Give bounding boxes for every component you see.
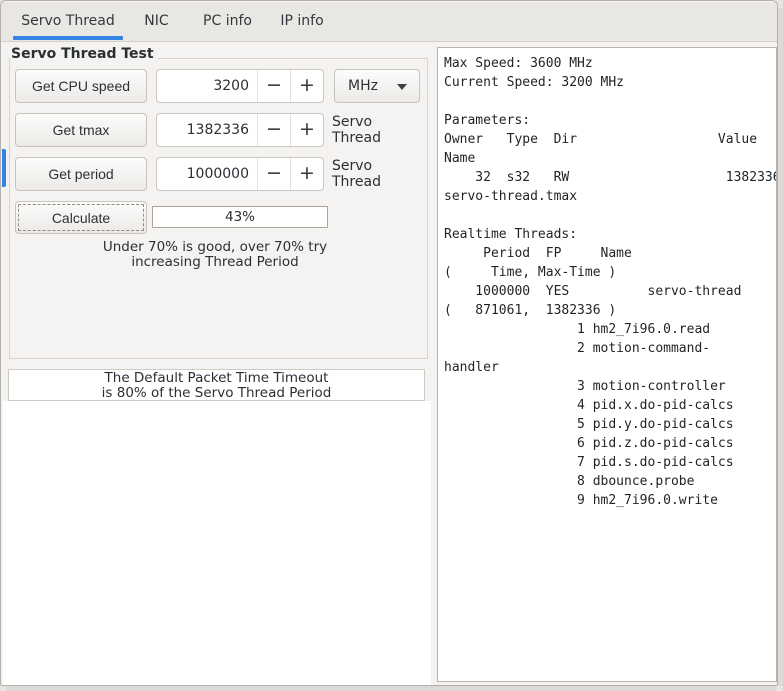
packet-timeout-line-1: The Default Packet Time Timeout — [104, 370, 329, 386]
tab-nic[interactable]: NIC — [129, 1, 184, 41]
chevron-down-icon — [397, 84, 407, 90]
load-hint-line-2: increasing Thread Period — [131, 254, 299, 270]
tab-bar: Servo Thread NIC PC info IP info — [1, 1, 777, 42]
load-hint-text: Under 70% is good, over 70% try increasi… — [9, 240, 421, 270]
tab-servo-thread[interactable]: Servo Thread — [13, 1, 123, 41]
tab-servo-thread-label: Servo Thread — [21, 13, 115, 29]
tmax-thread-label: Servo Thread — [332, 114, 381, 146]
period-thread-label: Servo Thread — [332, 158, 381, 190]
active-tab-indicator — [13, 36, 123, 40]
tab-pc-info[interactable]: PC info — [197, 1, 258, 41]
calculate-button[interactable]: Calculate — [15, 201, 147, 234]
period-increment-button[interactable]: + — [290, 158, 323, 190]
scrollbar-indicator[interactable] — [2, 149, 6, 187]
window-shadow-bottom — [6, 686, 776, 691]
load-hint-line-1: Under 70% is good, over 70% try — [102, 239, 328, 255]
output-text: Max Speed: 3600 MHz Current Speed: 3200 … — [444, 56, 777, 508]
tab-ip-info[interactable]: IP info — [271, 1, 333, 41]
cpu-speed-input[interactable] — [157, 70, 257, 102]
get-period-button[interactable]: Get period — [15, 157, 147, 191]
cpu-speed-decrement-button[interactable]: − — [257, 70, 290, 102]
unit-dropdown[interactable]: MHz — [334, 69, 420, 103]
app-window: Servo Thread NIC PC info IP info Servo T… — [0, 0, 778, 686]
tmax-input[interactable] — [157, 114, 257, 146]
frame-title: Servo Thread Test — [11, 46, 158, 62]
window-shadow-right — [778, 8, 783, 686]
period-decrement-button[interactable]: − — [257, 158, 290, 190]
tab-pc-info-label: PC info — [203, 13, 252, 29]
left-empty-area — [3, 401, 431, 685]
period-spinbox: − + — [156, 157, 324, 191]
tmax-spinbox: − + — [156, 113, 324, 147]
tmax-decrement-button[interactable]: − — [257, 114, 290, 146]
packet-timeout-note: The Default Packet Time Timeout is 80% o… — [8, 369, 425, 401]
cpu-speed-increment-button[interactable]: + — [290, 70, 323, 102]
tmax-increment-button[interactable]: + — [290, 114, 323, 146]
period-input[interactable] — [157, 158, 257, 190]
tab-nic-label: NIC — [144, 13, 169, 29]
load-percentage-display: 43% — [152, 206, 328, 228]
get-tmax-button[interactable]: Get tmax — [15, 113, 147, 147]
get-cpu-speed-button[interactable]: Get CPU speed — [15, 69, 147, 103]
cpu-speed-spinbox: − + — [156, 69, 324, 103]
output-textview[interactable]: Max Speed: 3600 MHz Current Speed: 3200 … — [437, 47, 777, 682]
unit-dropdown-value: MHz — [348, 78, 378, 94]
tab-ip-info-label: IP info — [280, 13, 324, 29]
packet-timeout-line-2: is 80% of the Servo Thread Period — [101, 385, 332, 401]
